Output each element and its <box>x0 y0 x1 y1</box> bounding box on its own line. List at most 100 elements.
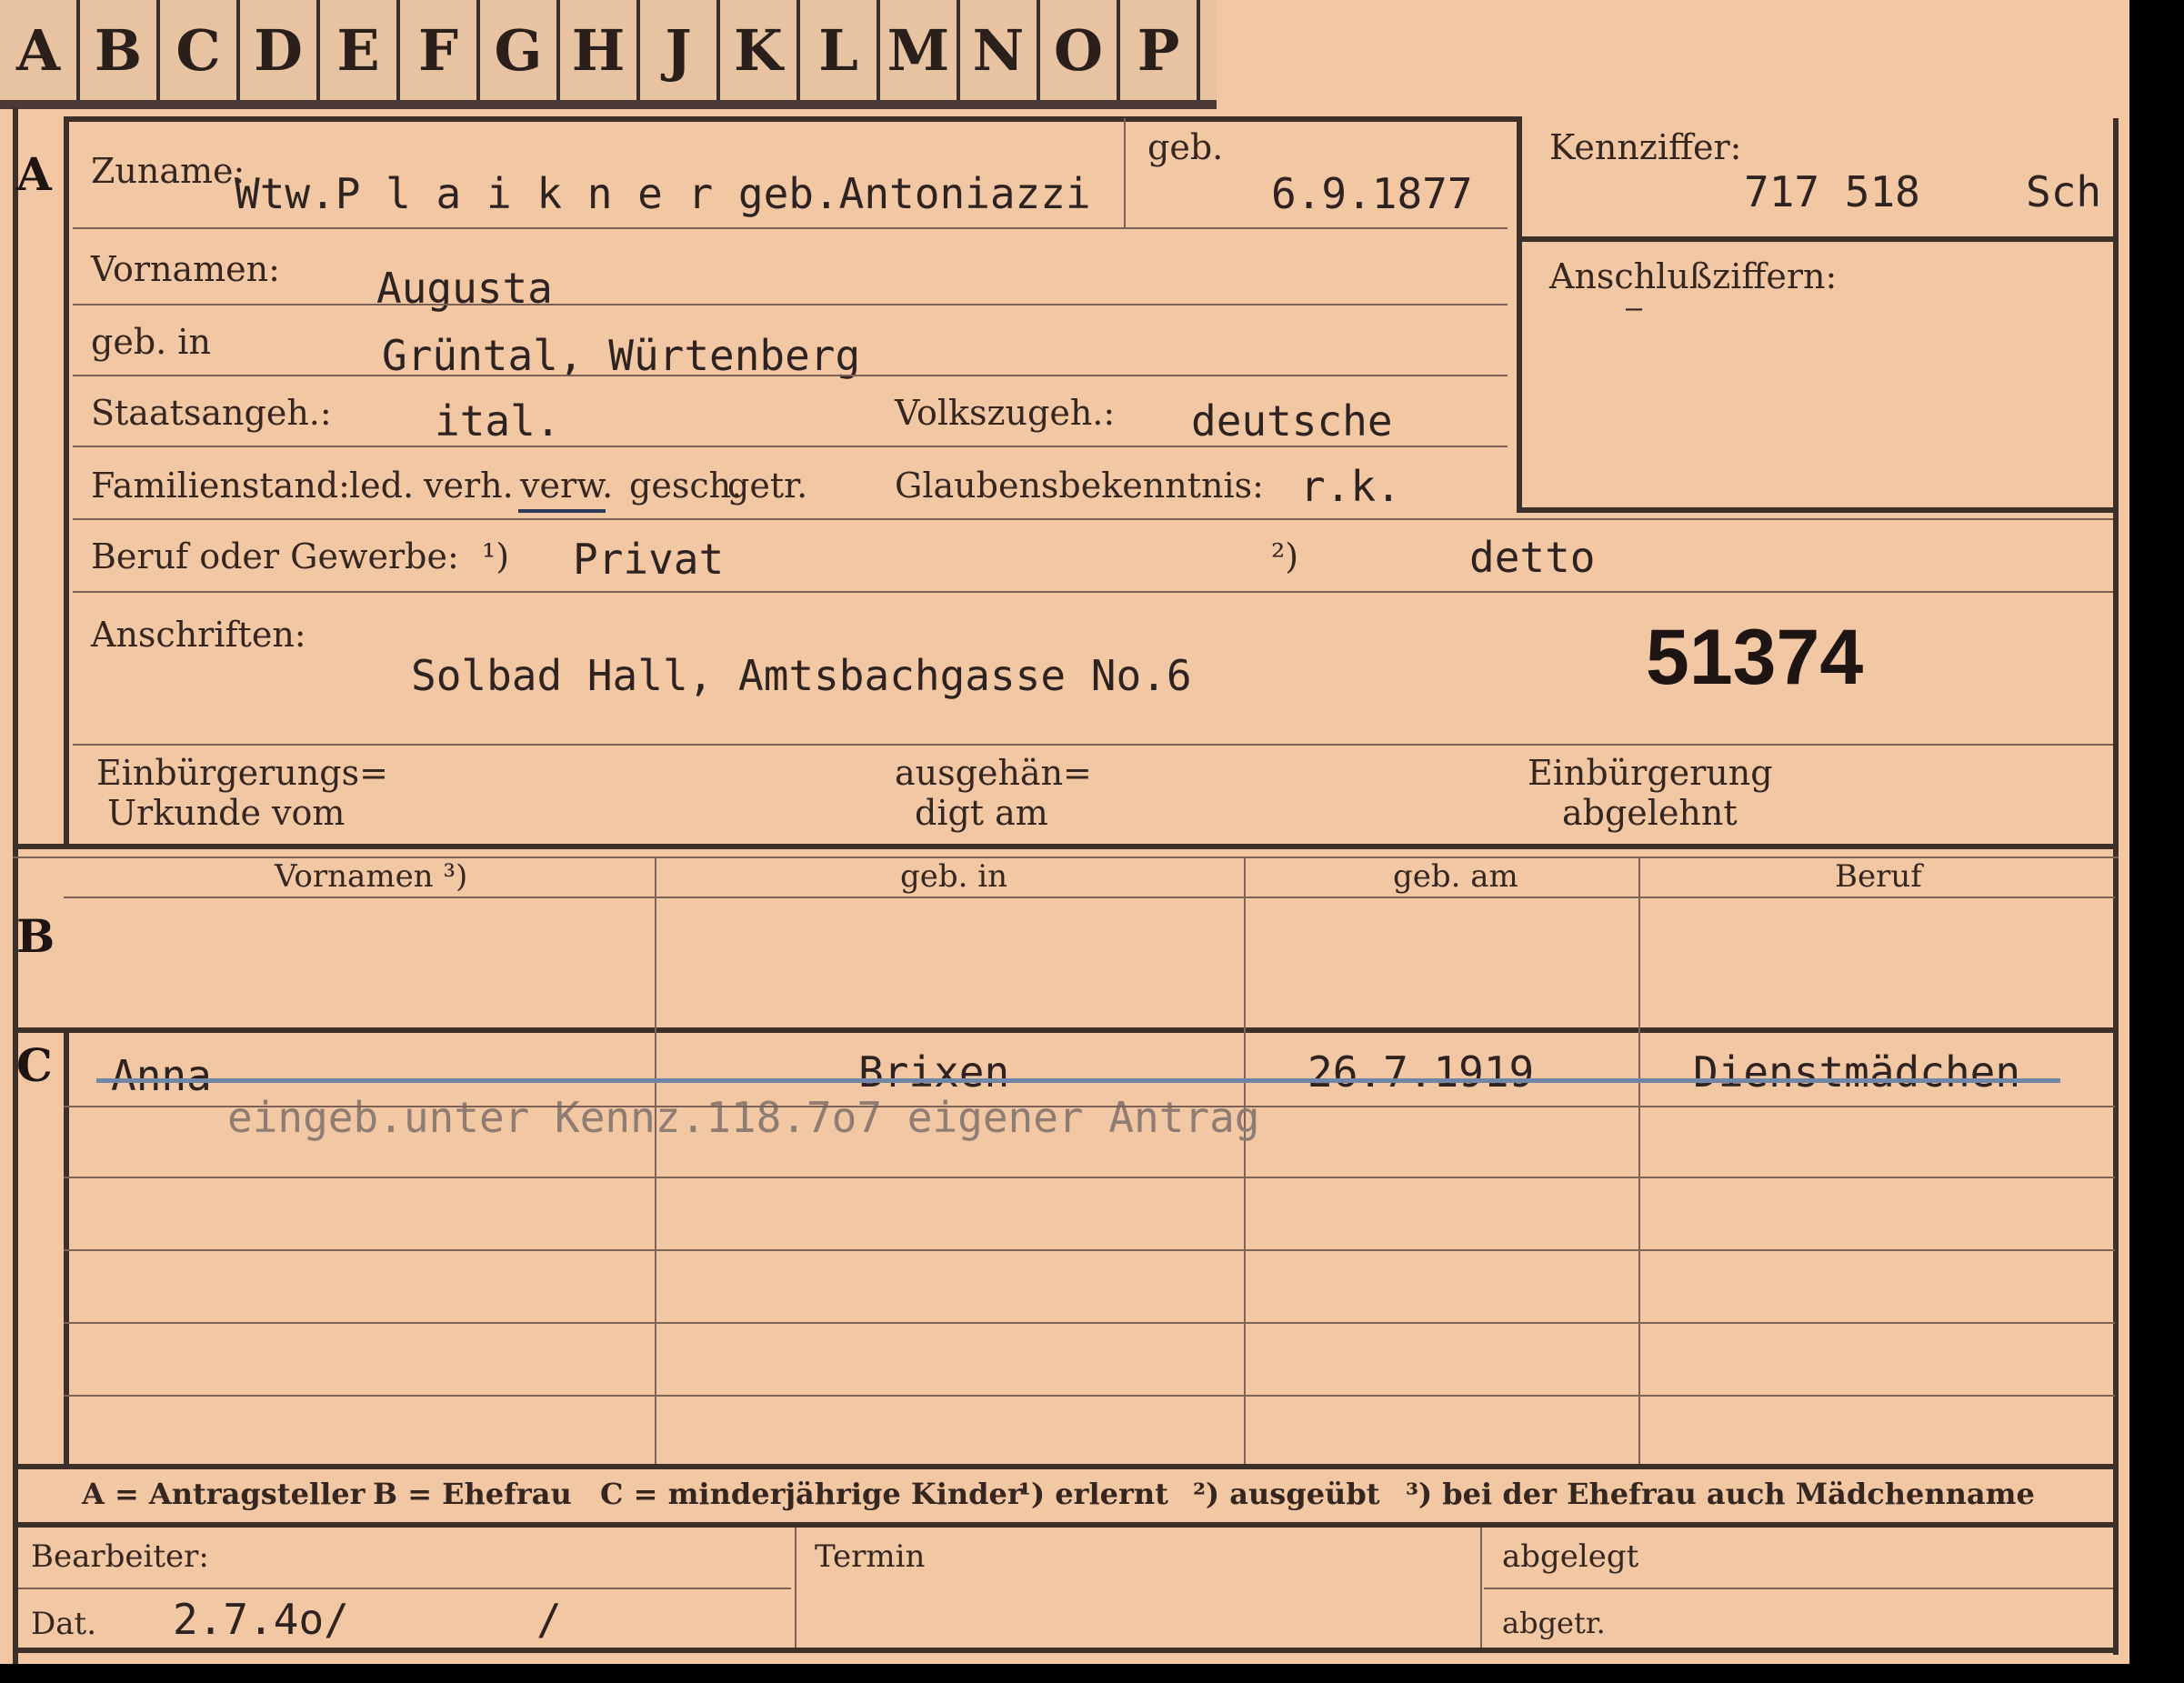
footer-mid-rule-left <box>18 1588 791 1589</box>
col-rule-3 <box>1638 857 1640 1468</box>
registration-card: ABCDEFGHJKLMNOP Kennziffer: 717 518 Sch … <box>0 0 2129 1664</box>
kennziffer-value: 717 518 <box>1744 167 1920 216</box>
col-header-geb-am: geb. am <box>1393 858 1518 895</box>
section-c-marker: C <box>16 1038 53 1092</box>
section-c-bottom-rule <box>13 1464 2119 1469</box>
child-beruf: Dienstmädchen <box>1693 1047 2021 1097</box>
glaubensbekenntnis-label: Glaubensbekenntnis: <box>895 466 1264 506</box>
header-rule <box>64 897 2115 898</box>
vornamen-label: Vornamen: <box>91 249 280 289</box>
kennziffer-box-left <box>1517 116 1522 509</box>
geb-date-value: 6.9.1877 <box>1271 169 1473 218</box>
stamp-number: 51374 <box>1646 614 1864 701</box>
einbuergerungs-label-2: Urkunde vom <box>107 793 346 833</box>
left-border <box>13 107 18 1664</box>
abgetr-label: abgetr. <box>1502 1606 1606 1640</box>
col-header-beruf: Beruf <box>1835 858 1922 895</box>
section-b-bottom-rule <box>13 1027 2119 1033</box>
col-rule-2 <box>1244 857 1246 1468</box>
child-entry-strikethrough <box>96 1078 2060 1083</box>
geb-label: geb. <box>1147 127 1224 167</box>
col-header-vornamen: Vornamen ³) <box>275 858 468 895</box>
index-tab-o: O <box>1040 0 1120 100</box>
child-vorname: Anna <box>111 1051 212 1100</box>
section-b-marker: B <box>16 909 55 963</box>
row-rule-c1 <box>64 1106 2115 1107</box>
index-tab-n: N <box>960 0 1040 100</box>
index-tab-f: F <box>400 0 480 100</box>
index-tab-m: M <box>880 0 960 100</box>
bearbeiter-label: Bearbeiter: <box>31 1538 209 1575</box>
tab-strip-rule <box>0 100 1217 109</box>
footer-rule-2 <box>1480 1528 1482 1649</box>
footer-rule-1 <box>795 1528 796 1649</box>
famstand-option-gesch: gesch. <box>629 466 743 506</box>
row-rule-famstand <box>73 518 2113 520</box>
famstand-selection-underline <box>518 509 606 513</box>
famstand-option-led: led. <box>349 466 415 506</box>
beruf-marker-2: ²) <box>1271 536 1299 576</box>
row-rule-anschriften <box>73 744 2113 746</box>
index-tab-k: K <box>720 0 800 100</box>
legend-b: B = Ehefrau <box>373 1477 572 1511</box>
familienstand-label: Familienstand: <box>91 466 350 506</box>
beruf-value-1: Privat <box>573 535 725 584</box>
col-rule-1 <box>655 857 656 1468</box>
footer-bottom-rule <box>13 1648 2119 1653</box>
section-a-divider <box>64 118 69 846</box>
dat-value: 2.7.4o/ <box>173 1595 349 1644</box>
anschriften-value: Solbad Hall, Amtsbachgasse No.6 <box>411 651 1192 700</box>
famstand-option-getr: getr. <box>727 466 808 506</box>
kennziffer-label: Kennziffer: <box>1549 127 1742 167</box>
legend-bottom-rule <box>13 1522 2119 1528</box>
famstand-option-verw: verw. <box>520 466 614 506</box>
geb-in-value: Grüntal, Würtenberg <box>382 331 861 380</box>
abgelehnt-label-2: abgelehnt <box>1562 793 1738 833</box>
volkszugeh-value: deutsche <box>1191 396 1393 446</box>
row-rule-c2 <box>64 1177 2115 1178</box>
anschlussziffern-label: Anschlußziffern: <box>1549 256 1838 296</box>
index-tab-h: H <box>560 0 640 100</box>
index-tab-p: P <box>1120 0 1200 100</box>
index-tab-l: L <box>800 0 880 100</box>
row-rule-staats <box>73 446 1508 447</box>
index-tab-c: C <box>160 0 240 100</box>
child-geb-in: Brixen <box>858 1047 1010 1097</box>
ausgehaendigt-label-1: ausgehän= <box>895 753 1092 793</box>
index-tab-a: A <box>0 0 80 100</box>
child-geb-am: 26.7.1919 <box>1307 1047 1535 1097</box>
index-tab-e: E <box>320 0 400 100</box>
legend-c: C = minderjährige Kinder <box>600 1477 1023 1511</box>
glaubensbekenntnis-value: r.k. <box>1300 462 1401 511</box>
legend-a: A = Antragsteller <box>82 1477 366 1511</box>
termin-label: Termin <box>815 1538 926 1575</box>
child-note: eingeb.unter Kennz.118.7o7 eigener Antra… <box>227 1093 1260 1142</box>
index-tab-g: G <box>480 0 560 100</box>
abgelegt-label: abgelegt <box>1502 1538 1639 1575</box>
footer-mid-rule-right <box>1484 1588 2113 1589</box>
row-rule-c5 <box>64 1395 2115 1397</box>
row-rule-c3 <box>64 1249 2115 1251</box>
section-a-marker: A <box>16 147 52 201</box>
kennziffer-box-divider <box>1517 236 2113 242</box>
beruf-label: Beruf oder Gewerbe: <box>91 536 459 576</box>
top-rule <box>64 116 1518 122</box>
row-rule-zuname <box>73 227 1508 229</box>
staatsangeh-value: ital. <box>435 396 561 446</box>
dat-slash: / <box>536 1595 562 1644</box>
anschlussziffern-value: – <box>1626 293 1643 325</box>
index-tab-d: D <box>240 0 320 100</box>
alphabet-tab-strip: ABCDEFGHJKLMNOP <box>0 0 1217 107</box>
staatsangeh-label: Staatsangeh.: <box>91 393 332 433</box>
geb-in-label: geb. in <box>91 322 211 362</box>
beruf-marker-1: ¹) <box>482 536 510 576</box>
section-a-bottom-rule <box>13 844 2119 849</box>
kennziffer-suffix: Sch <box>2026 167 2102 216</box>
dat-label: Dat. <box>31 1606 97 1642</box>
volkszugeh-label: Volkszugeh.: <box>895 393 1116 433</box>
index-tab-j: J <box>640 0 720 100</box>
beruf-value-2: detto <box>1469 533 1596 582</box>
abgelehnt-label-1: Einbürgerung <box>1528 753 1773 793</box>
legend-note-2: ²) ausgeübt <box>1193 1477 1380 1511</box>
anschriften-label: Anschriften: <box>91 615 306 655</box>
